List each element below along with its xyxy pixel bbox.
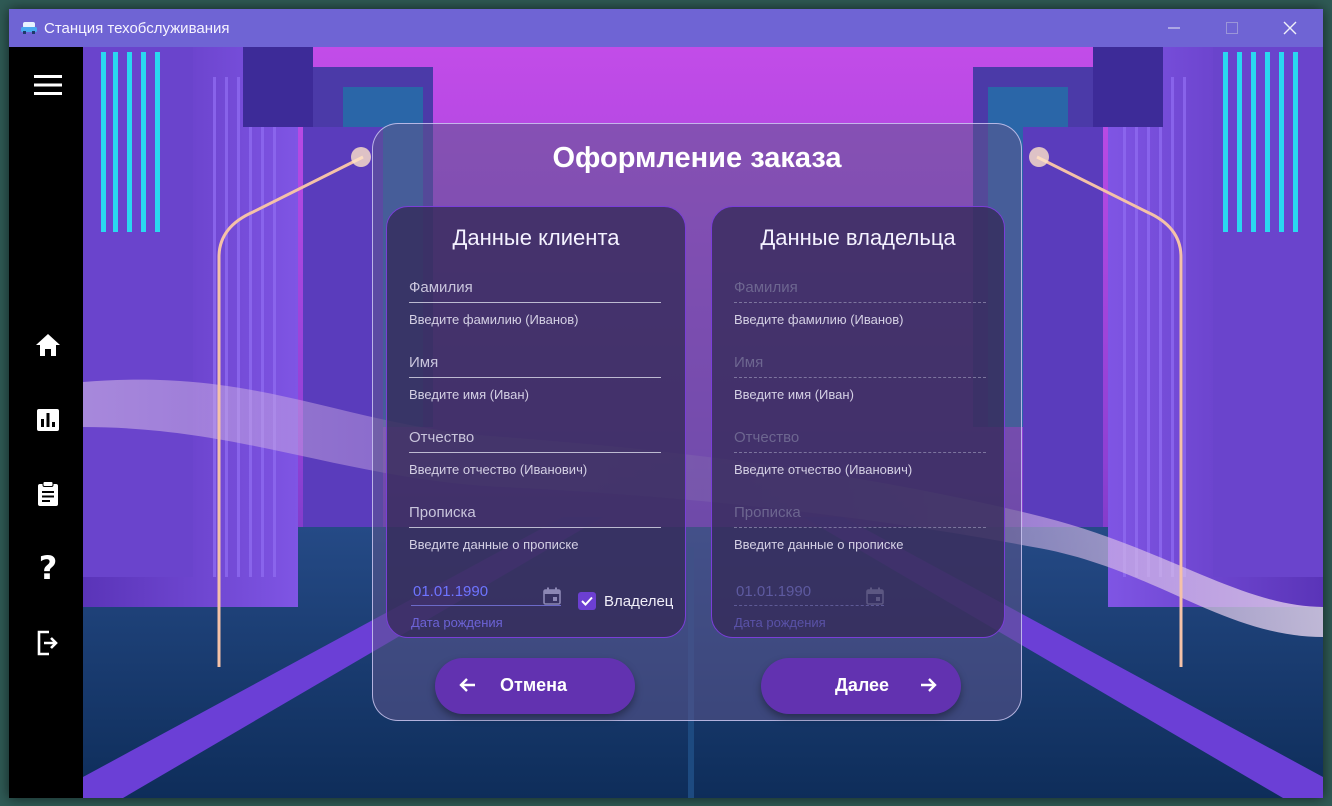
client-registration-field[interactable]: Прописка Введите данные о прописке <box>409 504 661 552</box>
checkmark-icon <box>581 596 593 606</box>
owner-registration-label: Прописка <box>734 504 986 528</box>
client-surname-hint: Введите фамилию (Иванов) <box>409 312 579 327</box>
sidebar-item-help[interactable]: ? <box>28 548 68 588</box>
maximize-icon <box>1226 22 1238 34</box>
owner-name-hint: Введите имя (Иван) <box>734 387 854 402</box>
title-bar[interactable]: Станция техобслуживания <box>9 9 1323 47</box>
owner-data-card: Данные владельца Фамилия Введите фамилию… <box>711 206 1005 638</box>
home-icon <box>36 334 60 356</box>
client-card-title: Данные клиента <box>452 225 620 250</box>
cancel-button-label: Отмена <box>500 675 568 695</box>
exit-icon <box>37 630 58 656</box>
next-button[interactable]: Далее <box>761 658 961 714</box>
cancel-button[interactable]: Отмена <box>435 658 635 714</box>
client-registration-label[interactable]: Прописка <box>409 504 661 528</box>
client-birth-date-caption: Дата рождения <box>411 615 503 630</box>
next-button-label: Далее <box>835 675 890 695</box>
background-cityscape: Оформление заказа Данные клиента Фамилия… <box>83 47 1323 798</box>
car-app-icon <box>21 22 37 34</box>
owner-name-field: Имя Введите имя (Иван) <box>734 354 986 402</box>
calendar-icon <box>866 587 884 605</box>
owner-surname-hint: Введите фамилию (Иванов) <box>734 312 904 327</box>
owner-registration-field: Прописка Введите данные о прописке <box>734 504 986 552</box>
close-button[interactable] <box>1262 9 1318 47</box>
arrow-left-icon <box>459 678 475 692</box>
sidebar-item-logout[interactable] <box>28 623 68 663</box>
client-name-label[interactable]: Имя <box>409 354 661 378</box>
owner-checkbox-label[interactable]: Владелец <box>604 593 673 610</box>
calendar-icon[interactable] <box>543 587 561 605</box>
owner-card-title: Данные владельца <box>760 225 956 250</box>
client-patronymic-label[interactable]: Отчество <box>409 429 661 453</box>
owner-surname-field: Фамилия Введите фамилию (Иванов) <box>734 279 986 327</box>
owner-birth-date-value: 01.01.1990 <box>734 583 884 606</box>
hamburger-menu-icon <box>34 75 62 95</box>
client-surname-field[interactable]: Фамилия Введите фамилию (Иванов) <box>409 279 661 327</box>
checkbox-box[interactable] <box>578 592 596 610</box>
bar-chart-icon <box>37 409 59 431</box>
client-birth-date-picker[interactable]: 01.01.1990 Дата рождения <box>411 583 561 630</box>
owner-name-label: Имя <box>734 354 986 378</box>
client-patronymic-field[interactable]: Отчество Введите отчество (Иванович) <box>409 429 661 477</box>
question-mark-icon: ? <box>38 549 58 587</box>
arrow-right-icon <box>921 678 937 692</box>
close-icon <box>1283 21 1297 35</box>
owner-checkbox[interactable]: Владелец <box>578 592 673 610</box>
maximize-button[interactable] <box>1204 9 1260 47</box>
owner-patronymic-hint: Введите отчество (Иванович) <box>734 462 913 477</box>
owner-birth-date-caption: Дата рождения <box>734 615 826 630</box>
owner-patronymic-field: Отчество Введите отчество (Иванович) <box>734 429 986 477</box>
window-title: Станция техобслуживания <box>44 20 230 37</box>
order-form-panel: Оформление заказа Данные клиента Фамилия… <box>372 123 1022 721</box>
owner-patronymic-label: Отчество <box>734 429 986 453</box>
client-surname-label[interactable]: Фамилия <box>409 279 661 303</box>
client-data-card: Данные клиента Фамилия Введите фамилию (… <box>386 206 686 638</box>
sidebar-item-home[interactable] <box>28 325 68 365</box>
client-birth-date-value[interactable]: 01.01.1990 <box>411 583 561 606</box>
sidebar-item-orders[interactable] <box>28 474 68 514</box>
app-window: Станция техобслуживания ? Оформление зак… <box>9 9 1323 798</box>
sidebar: ? <box>9 47 83 798</box>
owner-surname-label: Фамилия <box>734 279 986 303</box>
minimize-button[interactable] <box>1146 9 1202 47</box>
page-title: Оформление заказа <box>552 142 842 174</box>
client-registration-hint: Введите данные о прописке <box>409 537 579 552</box>
client-name-field[interactable]: Имя Введите имя (Иван) <box>409 354 661 402</box>
clipboard-icon <box>38 481 58 506</box>
client-name-hint: Введите имя (Иван) <box>409 387 529 402</box>
owner-birth-date-picker: 01.01.1990 Дата рождения <box>734 583 884 630</box>
sidebar-item-statistics[interactable] <box>28 400 68 440</box>
client-patronymic-hint: Введите отчество (Иванович) <box>409 462 588 477</box>
minimize-icon <box>1168 27 1180 29</box>
owner-registration-hint: Введите данные о прописке <box>734 537 904 552</box>
menu-button[interactable] <box>28 65 68 105</box>
